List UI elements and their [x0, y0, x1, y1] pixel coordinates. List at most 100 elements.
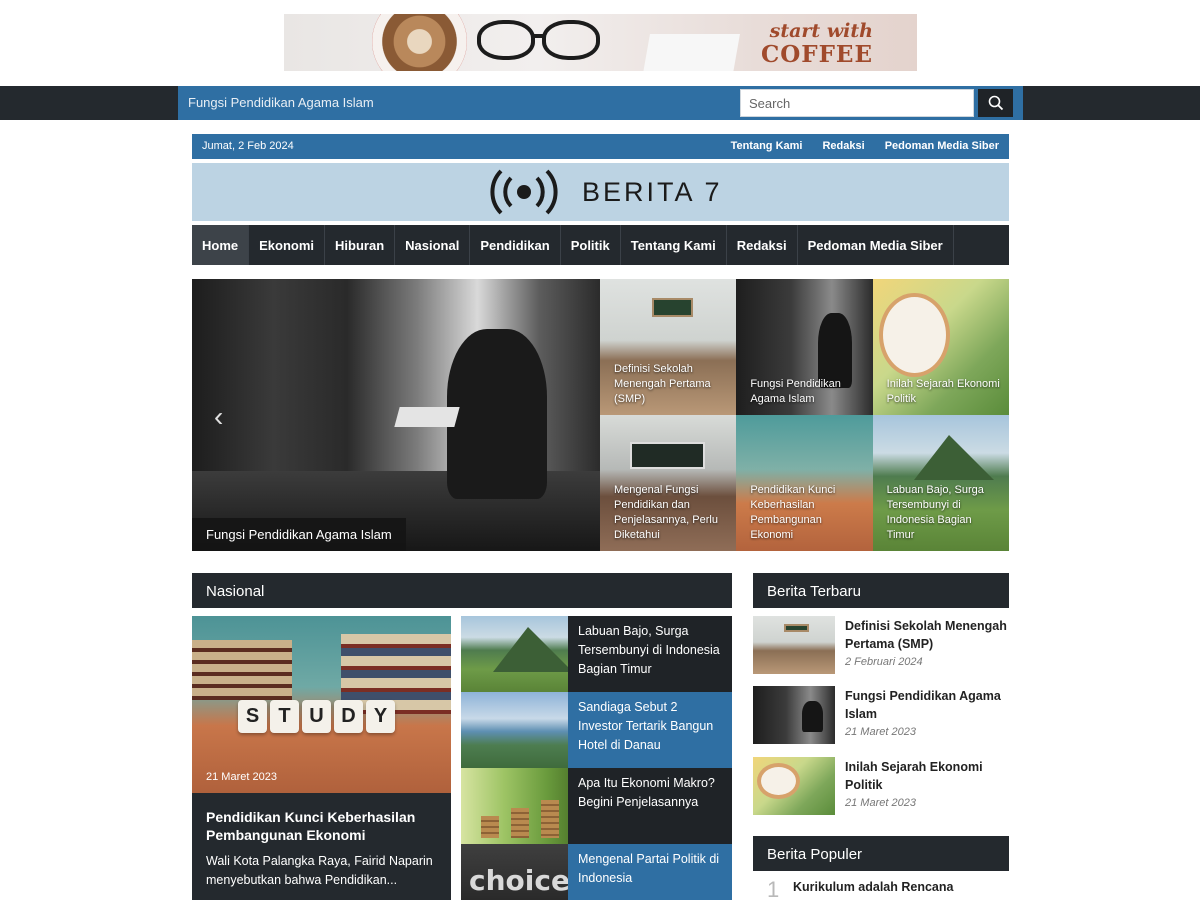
recent-item[interactable]: Fungsi Pendidikan Agama Islam 21 Maret 2… — [753, 686, 1009, 746]
grid-tile[interactable]: Inilah Sejarah Ekonomi Politik — [872, 279, 1009, 415]
nav-tentang-kami[interactable]: Tentang Kami — [621, 225, 727, 265]
section-heading-populer[interactable]: Berita Populer — [753, 836, 1009, 871]
list-item[interactable]: Labuan Bajo, Surga Tersembunyi di Indone… — [461, 616, 732, 692]
popular-item[interactable]: 1 Kurikulum adalah Rencana — [753, 875, 1009, 902]
tile-image-clock — [757, 762, 800, 799]
top-bar: Fungsi Pendidikan Agama Islam — [0, 86, 1200, 120]
ad-tagline: start with — [769, 20, 873, 42]
recent-item-date: 21 Maret 2023 — [845, 726, 916, 738]
glasses-image-left — [477, 20, 535, 60]
list-item-thumbnail — [461, 692, 568, 768]
nav-pedoman-media-siber[interactable]: Pedoman Media Siber — [798, 225, 954, 265]
logo-text: BERITA 7 — [582, 176, 723, 207]
recent-item-date: 21 Maret 2023 — [845, 797, 916, 809]
list-item-thumbnail — [461, 768, 568, 844]
tile-image-board — [784, 624, 809, 633]
image-books-left — [192, 640, 292, 700]
featured-article-title[interactable]: Pendidikan Kunci Keberhasilan Pembanguna… — [206, 808, 439, 844]
nav-nasional[interactable]: Nasional — [395, 225, 471, 265]
headline-grid: Definisi Sekolah Menengah Pertama (SMP) … — [600, 279, 1009, 551]
list-item-title: Apa Itu Ekonomi Makro? Begini Penjelasan… — [578, 776, 715, 809]
coin-stack — [511, 808, 529, 838]
grid-tile[interactable]: Definisi Sekolah Menengah Pertama (SMP) — [600, 279, 737, 415]
grid-tile[interactable]: Fungsi Pendidikan Agama Islam — [736, 279, 873, 415]
grid-tile-title: Mengenal Fungsi Pendidikan dan Penjelasa… — [614, 484, 718, 541]
search-input[interactable] — [740, 89, 974, 117]
grid-tile-title: Labuan Bajo, Surga Tersembunyi di Indone… — [886, 484, 984, 541]
site-logo[interactable]: BERITA 7 — [484, 168, 723, 216]
recent-item[interactable]: Definisi Sekolah Menengah Pertama (SMP) … — [753, 616, 1009, 676]
grid-tile-title: Pendidikan Kunci Keberhasilan Pembanguna… — [750, 484, 836, 541]
cube-letter: Y — [366, 700, 395, 733]
coin-stack — [541, 800, 559, 838]
nav-redaksi[interactable]: Redaksi — [727, 225, 798, 265]
popular-item-rank: 1 — [767, 877, 780, 902]
top-bar-inner: Fungsi Pendidikan Agama Islam — [178, 86, 1023, 120]
recent-item-title[interactable]: Inilah Sejarah Ekonomi Politik — [845, 758, 1009, 794]
list-item[interactable]: Sandiaga Sebut 2 Investor Tertarik Bangu… — [461, 692, 732, 768]
info-bar: Jumat, 2 Feb 2024 Tentang Kami Redaksi P… — [192, 134, 1009, 159]
coin-stack — [481, 816, 499, 838]
recent-item[interactable]: Inilah Sejarah Ekonomi Politik 21 Maret … — [753, 757, 1009, 817]
list-item-thumbnail: choice — [461, 844, 568, 900]
featured-article-excerpt: Wali Kota Palangka Raya, Fairid Naparin … — [206, 854, 433, 887]
section-heading-nasional[interactable]: Nasional — [192, 573, 732, 608]
cube-letter: D — [334, 700, 363, 733]
current-date: Jumat, 2 Feb 2024 — [202, 140, 294, 152]
info-links: Tentang Kami Redaksi Pedoman Media Siber — [731, 140, 999, 152]
slider-prev-icon[interactable]: ‹ — [214, 401, 223, 433]
popular-item-title: Kurikulum adalah Rencana — [793, 880, 954, 894]
grid-tile[interactable]: Labuan Bajo, Surga Tersembunyi di Indone… — [872, 415, 1009, 551]
nav-pendidikan[interactable]: Pendidikan — [470, 225, 561, 265]
glasses-image-right — [542, 20, 600, 60]
list-item[interactable]: Apa Itu Ekonomi Makro? Begini Penjelasan… — [461, 768, 732, 844]
slider-image-person — [447, 329, 547, 499]
featured-article[interactable]: S T U D Y 21 Maret 2023 Pendidikan Kunci… — [192, 616, 451, 900]
list-item[interactable]: choice Mengenal Partai Politik di Indone… — [461, 844, 732, 900]
ad-banner[interactable]: start with COFFEE — [284, 14, 917, 71]
tile-image-mountain — [913, 435, 994, 481]
search-icon — [988, 95, 1003, 111]
cube-letter: S — [238, 700, 267, 733]
featured-article-image: S T U D Y 21 Maret 2023 — [192, 616, 451, 793]
cube-letter: U — [302, 700, 331, 733]
grid-tile[interactable]: Pendidikan Kunci Keberhasilan Pembanguna… — [736, 415, 873, 551]
list-item-thumbnail — [461, 616, 568, 692]
slider-image-book — [394, 407, 460, 427]
info-link-tentang-kami[interactable]: Tentang Kami — [731, 140, 803, 152]
recent-item-thumbnail — [753, 616, 835, 674]
cube-letter: T — [270, 700, 299, 733]
recent-item-thumbnail — [753, 686, 835, 744]
nav-home[interactable]: Home — [192, 225, 250, 265]
section-heading-terbaru[interactable]: Berita Terbaru — [753, 573, 1009, 608]
featured-article-date: 21 Maret 2023 — [206, 771, 277, 783]
search-button[interactable] — [978, 89, 1013, 117]
tile-image-board — [629, 442, 705, 470]
headline-slider[interactable]: ‹ Fungsi Pendidikan Agama Islam — [192, 279, 600, 551]
breaking-news-ticker[interactable]: Fungsi Pendidikan Agama Islam — [188, 95, 374, 110]
info-link-redaksi[interactable]: Redaksi — [822, 140, 864, 152]
ad-headline: COFFEE — [760, 41, 873, 68]
recent-item-date: 2 Februari 2024 — [845, 656, 923, 668]
grid-tile-title: Definisi Sekolah Menengah Pertama (SMP) — [614, 363, 711, 405]
grid-tile-title: Fungsi Pendidikan Agama Islam — [750, 378, 841, 405]
recent-item-title[interactable]: Fungsi Pendidikan Agama Islam — [845, 687, 1009, 723]
grid-tile-title: Inilah Sejarah Ekonomi Politik — [886, 378, 1000, 405]
info-link-pedoman[interactable]: Pedoman Media Siber — [885, 140, 999, 152]
coffee-cup-image — [372, 14, 467, 71]
slider-caption[interactable]: Fungsi Pendidikan Agama Islam — [192, 518, 406, 551]
tile-image-board — [651, 298, 693, 318]
nav-ekonomi[interactable]: Ekonomi — [249, 225, 326, 265]
tile-image-person — [802, 700, 823, 733]
list-item-title: Sandiaga Sebut 2 Investor Tertarik Bangu… — [578, 700, 714, 752]
recent-item-title[interactable]: Definisi Sekolah Menengah Pertama (SMP) — [845, 617, 1009, 653]
recent-item-thumbnail — [753, 757, 835, 815]
image-choice-word: choice — [469, 864, 568, 897]
tile-image-clock — [879, 292, 951, 377]
nav-hiburan[interactable]: Hiburan — [325, 225, 396, 265]
list-item-title: Labuan Bajo, Surga Tersembunyi di Indone… — [578, 624, 720, 676]
main-nav: Home Ekonomi Hiburan Nasional Pendidikan… — [192, 225, 1009, 265]
grid-tile[interactable]: Mengenal Fungsi Pendidikan dan Penjelasa… — [600, 415, 737, 551]
paper-image — [642, 34, 740, 71]
nav-politik[interactable]: Politik — [561, 225, 621, 265]
